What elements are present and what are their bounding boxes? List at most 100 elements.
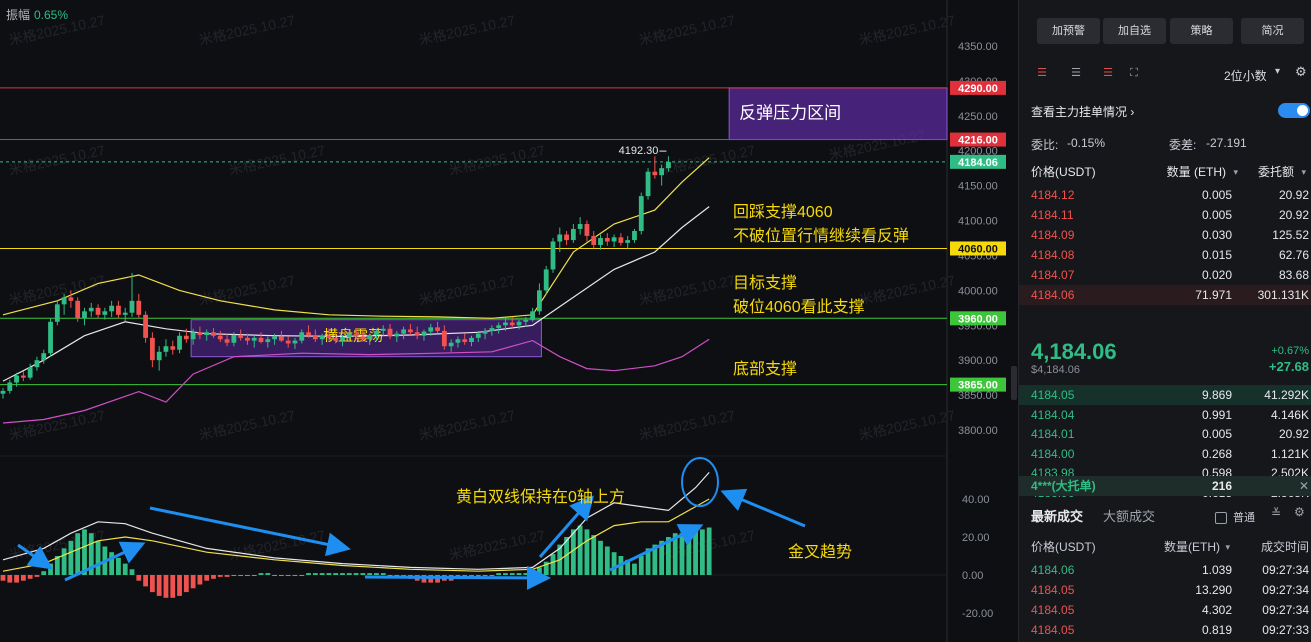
macd-histogram-bar bbox=[686, 531, 692, 575]
expand-icon[interactable]: ⛶ bbox=[1127, 67, 1141, 79]
candle-body bbox=[319, 335, 325, 340]
candle-body bbox=[306, 332, 311, 336]
macd-histogram-bar bbox=[285, 575, 291, 576]
trade-row[interactable]: 4184.05 4.302 09:27:34 bbox=[1019, 600, 1311, 620]
tab-latest-trades[interactable]: 最新成交 bbox=[1031, 506, 1083, 525]
candle-body bbox=[251, 337, 257, 341]
macd-histogram-bar bbox=[312, 573, 318, 575]
macd-histogram-bar bbox=[34, 575, 40, 577]
macd-histogram-bar bbox=[197, 575, 203, 585]
macd-histogram-bar bbox=[577, 525, 583, 575]
candle-body bbox=[550, 241, 556, 270]
candle-body bbox=[380, 328, 386, 331]
settings-icon[interactable]: ⚙ bbox=[1294, 505, 1305, 519]
chevron-down-icon[interactable]: ▾ bbox=[1301, 162, 1306, 182]
macd-histogram-bar bbox=[482, 575, 488, 576]
candle-body bbox=[448, 342, 454, 347]
ask-row[interactable]: 4184.11 0.005 20.92 bbox=[1019, 205, 1311, 225]
scroll-handle[interactable] bbox=[1011, 366, 1017, 400]
bid-row[interactable]: 4184.01 0.005 20.92 bbox=[1019, 424, 1311, 444]
chevron-down-icon[interactable]: ▾ bbox=[1233, 162, 1238, 182]
main-order-link[interactable]: 查看主力挂单情况 › bbox=[1031, 103, 1134, 120]
level-tag-label: 4060.00 bbox=[958, 243, 998, 255]
trade-row[interactable]: 4184.05 13.290 09:27:34 bbox=[1019, 580, 1311, 600]
bid-qty: 0.991 bbox=[1201, 407, 1232, 422]
trade-qty: 13.290 bbox=[1195, 583, 1232, 597]
settings-icon[interactable]: ⚙ bbox=[1295, 64, 1307, 80]
bid-row[interactable]: 4184.05 9.869 41.292K bbox=[1019, 385, 1311, 405]
level-tag-label: 4290.00 bbox=[958, 83, 998, 95]
precision-select[interactable]: 2位小数 bbox=[1224, 67, 1267, 84]
trade-time: 09:27:34 bbox=[1262, 603, 1309, 617]
chevron-down-icon[interactable]: ▾ bbox=[1225, 537, 1230, 557]
main-order-toggle[interactable] bbox=[1278, 103, 1310, 118]
bid-row[interactable]: 4184.00 0.268 1.121K bbox=[1019, 444, 1311, 464]
macd-histogram-bar bbox=[530, 571, 536, 575]
close-icon[interactable]: ✕ bbox=[1299, 476, 1309, 496]
col-qty: 数量 (ETH) bbox=[1166, 165, 1226, 179]
macd-histogram-bar bbox=[326, 573, 332, 575]
annotation-support-4060: 回踩支撑4060 bbox=[733, 203, 833, 221]
macd-histogram-bar bbox=[523, 573, 529, 575]
ask-row[interactable]: 4184.07 0.020 83.68 bbox=[1019, 265, 1311, 285]
candle-body bbox=[387, 328, 393, 337]
ask-row[interactable]: 4184.08 0.015 62.76 bbox=[1019, 245, 1311, 265]
candle-body bbox=[68, 297, 74, 301]
candle-body bbox=[54, 304, 60, 322]
add-watchlist-button[interactable]: 加自选 bbox=[1103, 18, 1166, 44]
ask-row[interactable]: 4184.06 71.971 301.131K bbox=[1019, 285, 1311, 305]
macd-histogram-bar bbox=[122, 563, 128, 575]
big-order-value: 216 bbox=[1211, 479, 1232, 493]
macd-histogram-bar bbox=[149, 575, 155, 593]
annotation-bottom-support: 底部支撑 bbox=[733, 360, 797, 378]
filter-icon[interactable]: ≚ bbox=[1271, 506, 1281, 520]
depth-asks-icon[interactable]: ☰ bbox=[1101, 67, 1115, 79]
candle-body bbox=[170, 346, 176, 350]
annotation-support-4060-note: 不破位置行情继续看反弹 bbox=[733, 227, 909, 245]
normal-checkbox[interactable] bbox=[1215, 512, 1227, 524]
ask-price: 4184.07 bbox=[1031, 268, 1075, 282]
candle-body bbox=[136, 300, 142, 315]
candle-body bbox=[374, 330, 379, 336]
peak-price-label: 4192.30 bbox=[619, 145, 659, 157]
depth-bids-icon[interactable]: ☰ bbox=[1069, 67, 1083, 79]
big-order-row[interactable]: 4***(大托单) 216 ✕ bbox=[1019, 476, 1311, 496]
ask-price: 4184.08 bbox=[1031, 248, 1075, 262]
candle-body bbox=[462, 339, 468, 343]
candle-body bbox=[394, 333, 400, 337]
trade-qty: 0.819 bbox=[1201, 623, 1232, 637]
macd-histogram-bar bbox=[380, 573, 386, 575]
col-qty: 数量(ETH) bbox=[1164, 540, 1220, 554]
ask-row[interactable]: 4184.09 0.030 125.52 bbox=[1019, 225, 1311, 245]
macd-histogram-bar bbox=[537, 567, 542, 575]
price-chart-area[interactable]: 米格2025.10.27 米格2025.10.27 米格2025.10.27 米格20… bbox=[0, 0, 1018, 642]
tab-large-trades[interactable]: 大额成交 bbox=[1103, 506, 1155, 525]
trade-row[interactable]: 4184.05 0.819 09:27:33 bbox=[1019, 620, 1311, 640]
add-alert-button[interactable]: 加预警 bbox=[1037, 18, 1100, 44]
bid-row[interactable]: 4184.04 0.991 4.146K bbox=[1019, 405, 1311, 425]
overview-button[interactable]: 简况 bbox=[1241, 18, 1304, 44]
chart-canvas[interactable]: 米格2025.10.27 米格2025.10.27 米格2025.10.27 米格20… bbox=[0, 0, 1018, 642]
candle-body bbox=[7, 382, 13, 391]
chevron-down-icon[interactable]: ▾ bbox=[1275, 66, 1280, 77]
macd-histogram-bar bbox=[333, 573, 339, 575]
level-tag-label: 4184.06 bbox=[958, 157, 998, 169]
strategy-button[interactable]: 策略 bbox=[1170, 18, 1233, 44]
bid-price: 4184.04 bbox=[1031, 407, 1075, 422]
trades-header: 价格(USDT) 数量(ETH) ▾ 成交时间 bbox=[1019, 537, 1311, 557]
orderbook-panel: 加预警 加自选 策略 简况 ☰ ☰ ☰ ⛶ 2位小数 ▾ ⚙ 查看主力挂单情况 … bbox=[1018, 0, 1311, 642]
bid-ask-diff-label: 委差: bbox=[1169, 138, 1197, 152]
price-change: +27.68 bbox=[1268, 359, 1309, 374]
candle-body bbox=[408, 329, 413, 333]
macd-histogram-bar bbox=[550, 554, 556, 575]
candle-body bbox=[469, 337, 474, 343]
macd-histogram-bar bbox=[584, 529, 590, 575]
bid-qty: 9.869 bbox=[1201, 388, 1232, 402]
macd-histogram-bar bbox=[699, 529, 705, 575]
ask-row[interactable]: 4184.12 0.005 20.92 bbox=[1019, 185, 1311, 205]
candle-body bbox=[333, 337, 339, 341]
trade-row[interactable]: 4184.06 1.039 09:27:34 bbox=[1019, 560, 1311, 580]
macd-histogram-bar bbox=[238, 575, 244, 576]
depth-both-icon[interactable]: ☰ bbox=[1035, 67, 1049, 79]
macd-histogram-bar bbox=[278, 575, 284, 576]
